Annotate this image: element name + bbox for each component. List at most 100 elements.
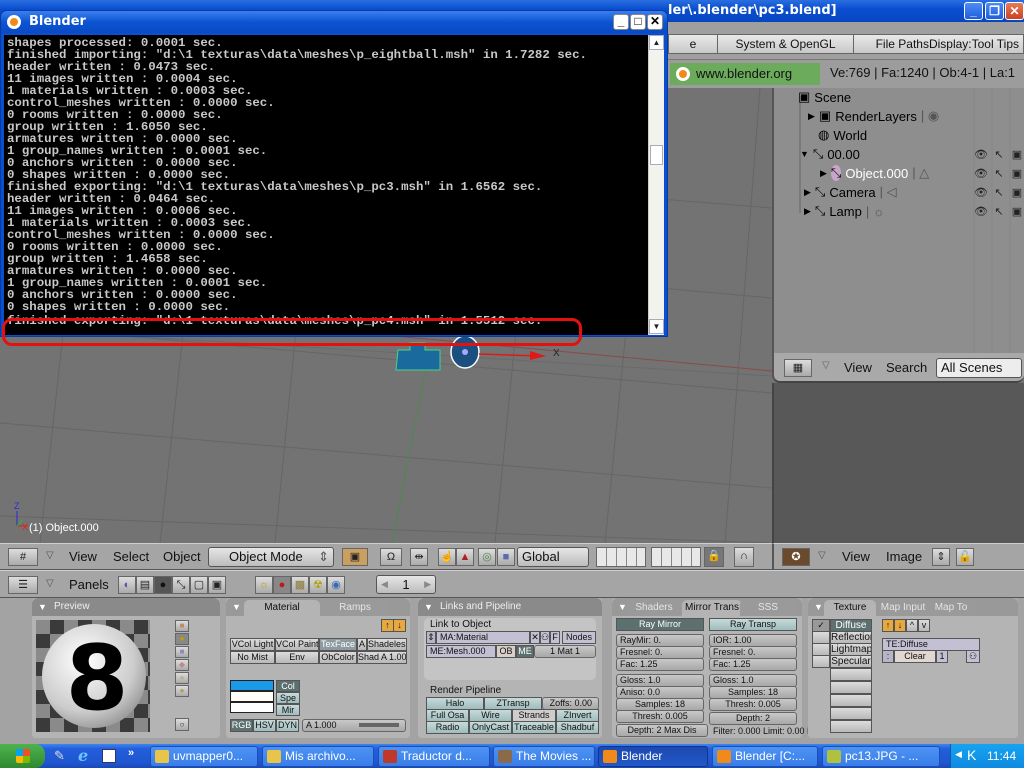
editing-context-icon[interactable]: ▢	[190, 576, 208, 594]
material-index-field[interactable]: 1 Mat 1	[534, 645, 596, 658]
lock-icon[interactable]: 🔒	[704, 547, 724, 567]
traceable-button[interactable]: Traceable	[512, 721, 556, 734]
fake-user-button[interactable]: F	[550, 631, 560, 644]
nodes-button[interactable]: Nodes	[562, 631, 596, 644]
world-buttons-icon[interactable]: ◉	[327, 576, 345, 594]
xnview-icon[interactable]	[102, 749, 116, 763]
rotate-icon[interactable]: ◎	[478, 548, 496, 566]
tab-sss[interactable]: SSS	[740, 600, 796, 616]
menu-toggle-icon[interactable]: ▽	[822, 360, 830, 371]
editor-type-outliner-icon[interactable]: ▦	[784, 359, 812, 377]
link-ob-button[interactable]: OB	[496, 645, 516, 658]
console-scrollbar[interactable]: ▲ ▼	[648, 35, 664, 335]
rgb-mode-button[interactable]: RGB	[230, 719, 253, 732]
expand-arrow-icon[interactable]: ▶	[820, 168, 827, 179]
menu-toggle-icon[interactable]: ▽	[46, 578, 54, 589]
color-swatch-mir[interactable]	[230, 702, 274, 713]
no-mist-button[interactable]: No Mist	[230, 651, 275, 664]
tab-material[interactable]: Material	[244, 600, 320, 616]
shading-context-icon[interactable]: ●	[154, 576, 172, 594]
texture-channel-empty[interactable]	[830, 668, 872, 681]
renderable-icon[interactable]: ▣	[1010, 167, 1024, 181]
logic-context-icon[interactable]: ◐	[118, 576, 136, 594]
vcol-light-button[interactable]: VCol Light	[230, 638, 275, 651]
outliner[interactable]: ▣ Scene ▶ ▣ RenderLayers | ◉ ◍ World ▼ ⤡ 00.00 …	[772, 88, 1024, 353]
prefs-tab-system-opengl[interactable]: System & OpenGL	[717, 34, 854, 54]
links-panel-title[interactable]: ▼ Links and Pipeline	[418, 598, 602, 616]
outliner-item-group[interactable]: ▼ ⤡ 00.00	[800, 145, 860, 163]
visibility-eye-icon[interactable]: 👁	[974, 205, 988, 219]
editor-type-buttons-icon[interactable]: ☰	[8, 576, 38, 594]
preview-panel-title[interactable]: ▼ Preview	[32, 598, 220, 616]
hsv-mode-button[interactable]: HSV	[253, 719, 276, 732]
outliner-item-camera[interactable]: ▶ ⤡ Camera | ◁	[804, 183, 897, 201]
renderable-icon[interactable]: ▣	[1010, 205, 1024, 219]
color-swatch-col[interactable]	[230, 680, 274, 691]
preview-cube-icon[interactable]: ■	[175, 646, 189, 658]
select-menu[interactable]: Select	[113, 549, 149, 564]
paste-down-icon[interactable]: ↓	[393, 619, 406, 632]
env-button[interactable]: Env	[275, 651, 319, 664]
ray-transp-button[interactable]: Ray Transp	[709, 618, 797, 631]
channel-enable-checkbox[interactable]	[812, 655, 830, 668]
snap-magnet-icon[interactable]: ∩	[734, 547, 754, 567]
texture-channel-empty[interactable]	[830, 707, 872, 720]
translate-icon[interactable]: ▲	[456, 548, 474, 566]
tab-ramps[interactable]: Ramps	[320, 600, 390, 616]
console-close-button[interactable]: ✕	[647, 14, 663, 30]
outliner-view-menu[interactable]: View	[844, 360, 872, 375]
mir-button[interactable]: Mir	[276, 704, 300, 716]
taskbar-item[interactable]: Blender [C:...	[712, 746, 818, 767]
image-menu[interactable]: Image	[886, 549, 922, 564]
tab-mirror-trans[interactable]: Mirror Trans	[682, 600, 742, 616]
maximize-button[interactable]: ❐	[985, 2, 1004, 20]
copy-texture-icon[interactable]: ↑	[882, 619, 894, 632]
layer-buttons-2[interactable]	[651, 547, 701, 567]
selectable-cursor-icon[interactable]: ↖	[992, 148, 1006, 162]
outliner-item-lamp[interactable]: ▶ ⤡ Lamp | ☼	[804, 202, 885, 220]
dyn-mode-button[interactable]: DYN	[276, 719, 299, 732]
taskbar-item[interactable]: uvmapper0...	[150, 746, 258, 767]
scroll-thumb[interactable]	[650, 145, 663, 165]
transp-fac-slider[interactable]: Fac: 1.25	[709, 658, 797, 671]
selectable-cursor-icon[interactable]: ↖	[992, 205, 1006, 219]
link-me-button[interactable]: ME	[516, 645, 534, 658]
vcol-paint-button[interactable]: VCol Paint	[275, 638, 319, 651]
mirror-depth-field[interactable]: Depth: 2 Max Dis	[616, 724, 708, 737]
obcolor-button[interactable]: ObColor	[319, 651, 357, 664]
draw-type-icon[interactable]: ▣	[342, 548, 368, 566]
paste-texture-icon[interactable]: ↓	[894, 619, 906, 632]
move-down-icon[interactable]: v	[918, 619, 930, 632]
texture-channel-empty[interactable]	[830, 720, 872, 733]
tray-app-icon[interactable]: K	[967, 747, 976, 763]
selectable-cursor-icon[interactable]: ↖	[992, 186, 1006, 200]
scroll-up-arrow-icon[interactable]: ▲	[649, 35, 664, 50]
color-swatch-spe[interactable]	[230, 691, 274, 702]
panels-menu[interactable]: Panels	[69, 577, 109, 592]
preview-sky-icon[interactable]: ●	[175, 685, 189, 697]
preview-hair-icon[interactable]: ♠	[175, 672, 189, 684]
preview-plane-icon[interactable]: ■	[175, 620, 189, 632]
console-maximize-button[interactable]: □	[630, 14, 646, 30]
visibility-eye-icon[interactable]: 👁	[974, 167, 988, 181]
onlycast-button[interactable]: OnlyCast	[469, 721, 512, 734]
view-menu[interactable]: View	[69, 549, 97, 564]
texture-browse-icon[interactable]: :	[882, 650, 894, 663]
radiosity-buttons-icon[interactable]: ☢	[309, 576, 327, 594]
tab-texture[interactable]: Texture	[824, 600, 876, 616]
shadeless-button[interactable]: Shadeless	[367, 638, 407, 651]
texture-users-count[interactable]: 1	[936, 650, 948, 663]
minimize-button[interactable]: _	[964, 2, 983, 20]
clear-texture-button[interactable]: Clear	[894, 650, 936, 663]
start-button[interactable]	[0, 744, 45, 768]
renderable-icon[interactable]: ▣	[1010, 186, 1024, 200]
scroll-down-arrow-icon[interactable]: ▼	[649, 319, 664, 334]
mirror-fac-slider[interactable]: Fac: 1.25	[616, 658, 704, 671]
visibility-eye-icon[interactable]: 👁	[974, 148, 988, 162]
collapse-arrow-icon[interactable]: ▼	[800, 149, 809, 159]
object-menu[interactable]: Object	[163, 549, 201, 564]
outliner-item-scene[interactable]: ▣ Scene	[798, 88, 851, 106]
scene-context-icon[interactable]: ▣	[208, 576, 226, 594]
material-buttons-icon[interactable]: ●	[273, 576, 291, 594]
texture-channel-specular[interactable]: Specular	[830, 655, 872, 668]
